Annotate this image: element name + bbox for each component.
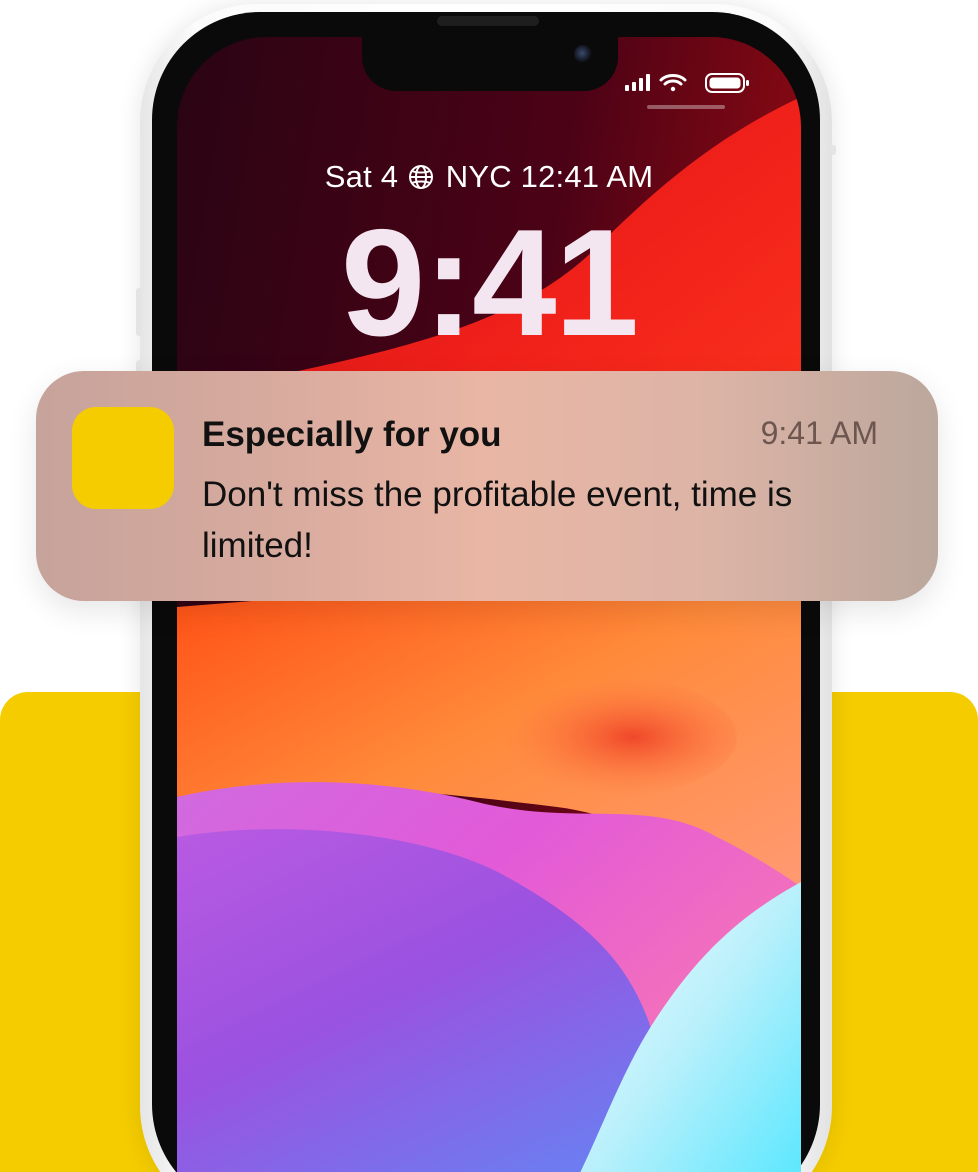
lock-screen-date: Sat 4 NYC 12:41 AM bbox=[177, 159, 801, 198]
notification-banner[interactable]: Especially for you 9:41 AM Don't miss th… bbox=[36, 371, 938, 601]
notification-body: Don't miss the profitable event, time is… bbox=[202, 475, 793, 565]
battery-icon bbox=[705, 73, 749, 93]
notification-time: 9:41 AM bbox=[760, 415, 878, 451]
cellular-signal-icon bbox=[625, 74, 650, 91]
date-suffix: NYC 12:41 AM bbox=[445, 159, 654, 194]
stage: Sat 4 NYC 12:41 AM 9:41 Especially for y… bbox=[0, 0, 978, 1172]
notch bbox=[362, 37, 618, 91]
side-button-power bbox=[830, 145, 836, 155]
screen-indicator-line bbox=[647, 105, 725, 109]
front-camera bbox=[574, 45, 592, 63]
app-icon bbox=[72, 407, 174, 509]
notification-title: Especially for you bbox=[202, 415, 502, 454]
date-prefix: Sat 4 bbox=[324, 159, 399, 194]
globe-icon bbox=[408, 162, 434, 198]
lock-screen-clock: 9:41 bbox=[340, 198, 639, 368]
status-bar bbox=[623, 71, 753, 95]
lock-screen: Sat 4 NYC 12:41 AM 9:41 bbox=[177, 37, 801, 1172]
wifi-icon bbox=[659, 74, 687, 92]
side-button-mute bbox=[136, 288, 142, 336]
earpiece-speaker bbox=[437, 16, 539, 26]
